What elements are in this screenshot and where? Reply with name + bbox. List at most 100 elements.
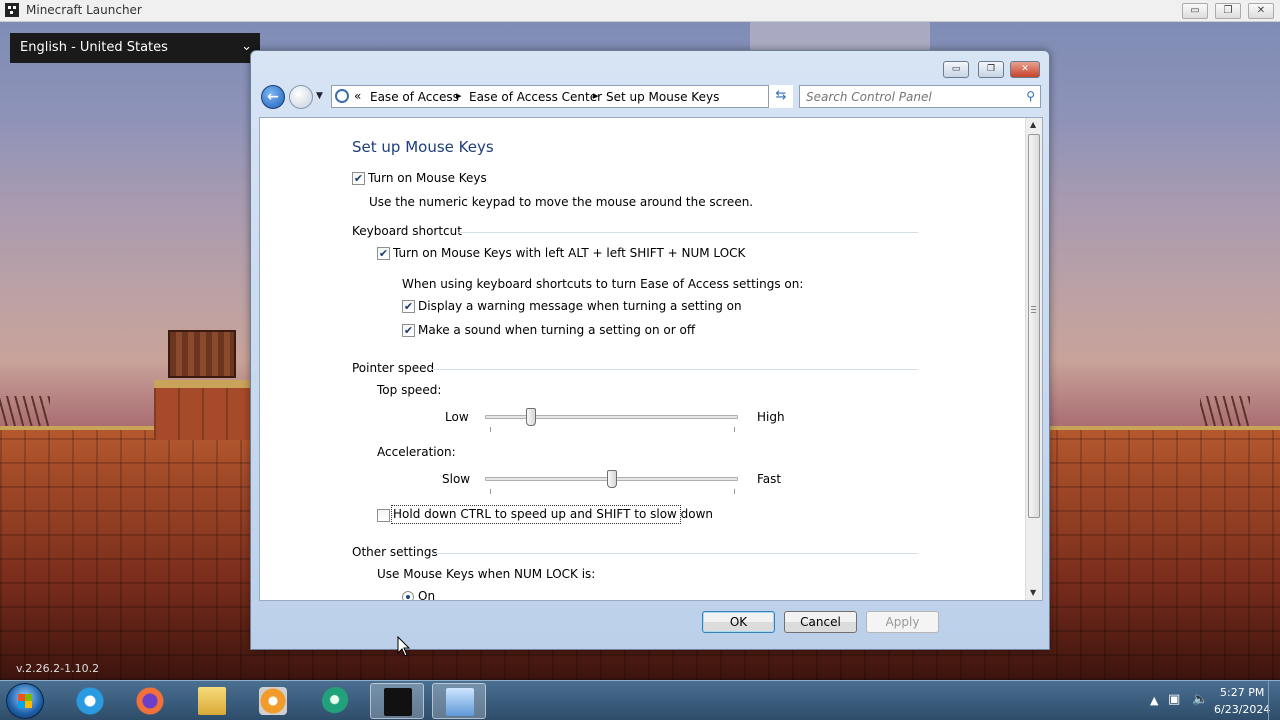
- numlock-on-label[interactable]: On: [418, 589, 435, 600]
- launcher-title-bar: Minecraft Launcher ▭ ❐ ✕: [0, 0, 1280, 22]
- mouse-cursor-icon: [397, 636, 411, 657]
- acceleration-slow-label: Slow: [442, 472, 471, 486]
- start-button[interactable]: [6, 683, 44, 719]
- clock-date[interactable]: 6/23/2024: [1214, 703, 1270, 716]
- acceleration-label: Acceleration:: [377, 445, 456, 459]
- language-select[interactable]: English - United States ⌄: [10, 33, 260, 63]
- numlock-on-radio[interactable]: [402, 591, 414, 600]
- volume-muted-icon[interactable]: 🔈: [1192, 692, 1208, 707]
- window-maximize-button[interactable]: ❐: [978, 61, 1004, 78]
- other-settings-heading: Other settings: [352, 545, 438, 559]
- ok-button[interactable]: OK: [702, 611, 775, 633]
- background-grass: [1200, 396, 1250, 428]
- firefox-icon: [136, 687, 164, 715]
- control-panel-window: ▭ ❐ ✕ ← ▼ « Ease of Access ▸ Ease of Acc…: [250, 50, 1050, 650]
- settings-content: Set up Mouse Keys ✔ Turn on Mouse Keys U…: [259, 117, 1043, 601]
- section-divider: [456, 232, 918, 233]
- taskbar: ▲ ▣ 🔈 5:27 PM 6/23/2024: [0, 680, 1280, 720]
- search-box[interactable]: ⚲: [799, 85, 1041, 108]
- ctrl-shift-label[interactable]: Hold down CTRL to speed up and SHIFT to …: [393, 507, 713, 521]
- acceleration-slider[interactable]: [606, 470, 617, 488]
- show-desktop-button[interactable]: [1268, 681, 1280, 720]
- ctrl-shift-checkbox[interactable]: [377, 509, 390, 522]
- make-sound-label[interactable]: Make a sound when turning a setting on o…: [418, 323, 695, 337]
- apply-button[interactable]: Apply: [866, 611, 939, 633]
- refresh-button[interactable]: ⇆: [768, 85, 793, 108]
- forward-button[interactable]: [289, 85, 313, 109]
- show-hidden-icons-icon[interactable]: ▲: [1150, 694, 1158, 707]
- warning-message-checkbox[interactable]: ✔: [402, 300, 415, 313]
- top-speed-slider[interactable]: [525, 408, 536, 426]
- control-panel-icon: [335, 89, 349, 103]
- breadcrumb-separator-icon[interactable]: ▸: [593, 89, 599, 102]
- dirt-pillar-top: [154, 380, 250, 388]
- section-divider: [432, 369, 918, 370]
- top-speed-high-label: High: [757, 410, 785, 424]
- shortcut-label[interactable]: Turn on Mouse Keys with left ALT + left …: [393, 246, 745, 260]
- keyboard-shortcut-heading: Keyboard shortcut: [352, 224, 462, 238]
- breadcrumb-separator-icon[interactable]: ▸: [456, 89, 462, 102]
- launcher-title: Minecraft Launcher: [26, 3, 142, 17]
- control-panel-icon: [446, 688, 474, 716]
- taskbar-control-panel[interactable]: [432, 683, 486, 719]
- vertical-scrollbar[interactable]: ▲ ▼: [1025, 118, 1042, 600]
- file-explorer-icon: [198, 687, 226, 715]
- page-title: Set up Mouse Keys: [352, 138, 494, 156]
- warning-message-label[interactable]: Display a warning message when turning a…: [418, 299, 742, 313]
- turn-on-mouse-keys-label[interactable]: Turn on Mouse Keys: [368, 171, 487, 185]
- top-speed-label: Top speed:: [377, 383, 442, 397]
- taskbar-firefox[interactable]: [123, 683, 177, 719]
- address-bar[interactable]: « Ease of Access ▸ Ease of Access Center…: [331, 85, 793, 108]
- make-sound-checkbox[interactable]: ✔: [402, 324, 415, 337]
- top-speed-ticks: [490, 427, 735, 432]
- launcher-maximize-button[interactable]: ❐: [1215, 3, 1241, 19]
- taskbar-media-player[interactable]: [246, 683, 300, 719]
- taskbar-file-explorer[interactable]: [185, 683, 239, 719]
- dirt-pillar: [154, 380, 250, 440]
- network-icon[interactable]: ▣: [1168, 692, 1180, 707]
- scroll-up-icon[interactable]: ▲: [1030, 120, 1036, 129]
- acceleration-fast-label: Fast: [757, 472, 782, 486]
- taskbar-app[interactable]: [309, 683, 363, 719]
- breadcrumb-set-up-mouse-keys[interactable]: Set up Mouse Keys: [606, 90, 719, 104]
- scrollbar-grip-icon: [1031, 306, 1036, 314]
- minecraft-icon: [384, 688, 412, 716]
- window-close-button[interactable]: ✕: [1010, 61, 1040, 78]
- launcher-version: v.2.26.2-1.10.2: [16, 662, 100, 675]
- window-minimize-button[interactable]: ▭: [943, 61, 969, 78]
- breadcrumb-overflow[interactable]: «: [354, 89, 361, 103]
- app-icon: [322, 687, 350, 715]
- top-speed-low-label: Low: [445, 410, 469, 424]
- breadcrumb-ease-of-access-center[interactable]: Ease of Access Center: [469, 90, 602, 104]
- shortcut-subheading: When using keyboard shortcuts to turn Ea…: [402, 277, 804, 291]
- language-select-value: English - United States: [20, 40, 168, 55]
- turn-on-mouse-keys-checkbox[interactable]: ✔: [352, 172, 365, 185]
- background-plank: [750, 22, 930, 52]
- mouse-keys-description: Use the numeric keypad to move the mouse…: [369, 195, 754, 209]
- system-tray: ▲ ▣ 🔈 5:27 PM 6/23/2024: [1110, 681, 1280, 720]
- back-button[interactable]: ←: [261, 85, 285, 109]
- shortcut-checkbox[interactable]: ✔: [377, 247, 390, 260]
- scroll-down-icon[interactable]: ▼: [1030, 588, 1036, 597]
- taskbar-minecraft-launcher[interactable]: [370, 683, 424, 719]
- section-divider: [432, 553, 918, 554]
- background-grass: [0, 396, 50, 428]
- numlock-label: Use Mouse Keys when NUM LOCK is:: [377, 567, 596, 581]
- acceleration-ticks: [490, 489, 735, 494]
- armadillo-sprite: [168, 330, 236, 378]
- search-input[interactable]: [806, 89, 1011, 104]
- search-icon[interactable]: ⚲: [1026, 89, 1035, 103]
- minecraft-icon: [5, 3, 19, 17]
- clock-time[interactable]: 5:27 PM: [1220, 686, 1264, 699]
- taskbar-internet-explorer[interactable]: [63, 683, 117, 719]
- cancel-button[interactable]: Cancel: [784, 611, 857, 633]
- scrollbar-thumb[interactable]: [1028, 134, 1040, 518]
- recent-pages-chevron-icon[interactable]: ▼: [316, 91, 323, 101]
- launcher-close-button[interactable]: ✕: [1248, 3, 1274, 19]
- media-player-icon: [259, 687, 287, 715]
- top-speed-track: [485, 415, 738, 419]
- launcher-minimize-button[interactable]: ▭: [1182, 3, 1208, 19]
- breadcrumb-ease-of-access[interactable]: Ease of Access: [370, 90, 459, 104]
- pointer-speed-heading: Pointer speed: [352, 361, 435, 375]
- internet-explorer-icon: [76, 687, 104, 715]
